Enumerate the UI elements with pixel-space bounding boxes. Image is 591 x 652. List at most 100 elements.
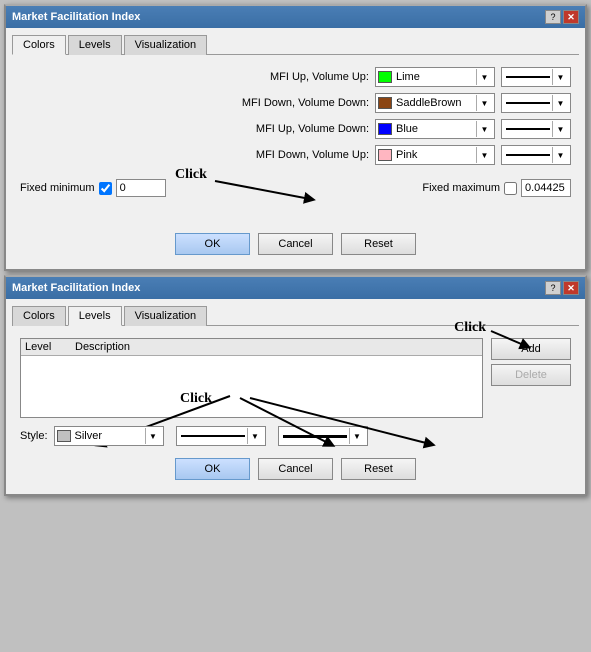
mfi-down-vol-up-color-name: Pink (396, 149, 476, 161)
reset-button-1[interactable]: Reset (341, 233, 416, 255)
mfi-down-vol-up-row: MFI Down, Volume Up: Pink ▼ ▼ (20, 145, 571, 165)
tab-levels-1[interactable]: Levels (68, 35, 122, 55)
dialog2-content: Colors Levels Visualization Level Descri… (6, 299, 585, 494)
style-line-type-arrow: ▼ (247, 428, 263, 444)
mfi-up-vol-up-color-dropdown[interactable]: Lime ▼ (375, 67, 495, 87)
mfi-up-vol-down-arrow: ▼ (476, 121, 492, 137)
fixed-minimum-input[interactable] (116, 179, 166, 197)
mfi-down-vol-up-line-preview (506, 154, 550, 156)
dialog2-buttons: OK Cancel Reset (12, 450, 579, 488)
mfi-down-vol-down-color-dropdown[interactable]: SaddleBrown ▼ (375, 93, 495, 113)
mfi-up-vol-up-arrow: ▼ (476, 69, 492, 85)
mfi-down-vol-up-swatch (378, 149, 392, 161)
dialog1-content: Colors Levels Visualization MFI Up, Volu… (6, 28, 585, 269)
title-bar-1: Market Facilitation Index ? ✕ (6, 6, 585, 28)
mfi-down-vol-down-arrow: ▼ (476, 95, 492, 111)
style-label: Style: (20, 430, 48, 442)
tab-colors-2[interactable]: Colors (12, 306, 66, 326)
col-level-header: Level (25, 341, 75, 353)
click-add-label: Click (454, 320, 486, 336)
style-swatch (57, 430, 71, 442)
close-button-1[interactable]: ✕ (563, 10, 579, 24)
title-bar-buttons-1: ? ✕ (545, 10, 579, 24)
mfi-up-vol-down-color-dropdown[interactable]: Blue ▼ (375, 119, 495, 139)
mfi-up-vol-down-line-dropdown[interactable]: ▼ (501, 119, 571, 139)
fixed-minimum-group: Fixed minimum (20, 179, 166, 197)
help-button-1[interactable]: ? (545, 10, 561, 24)
tab-visualization-1[interactable]: Visualization (124, 35, 208, 55)
fixed-maximum-checkbox[interactable] (504, 182, 517, 195)
mfi-up-vol-down-line-preview (506, 128, 550, 130)
mfi-up-vol-down-row: MFI Up, Volume Down: Blue ▼ ▼ (20, 119, 571, 139)
add-button-area: Click Add (491, 338, 571, 360)
levels-table: Level Description (20, 338, 483, 418)
fixed-maximum-input[interactable] (521, 179, 571, 197)
tab-levels-2[interactable]: Levels (68, 306, 122, 326)
tab-visualization-2[interactable]: Visualization (124, 306, 208, 326)
ok-button-2[interactable]: OK (175, 458, 250, 480)
reset-button-2[interactable]: Reset (341, 458, 416, 480)
mfi-up-vol-up-swatch (378, 71, 392, 83)
style-row: Style: Silver ▼ ▼ ▼ (20, 426, 571, 446)
mfi-up-vol-up-line-dropdown[interactable]: ▼ (501, 67, 571, 87)
tab-colors-1[interactable]: Colors (12, 35, 66, 55)
mfi-up-vol-down-label: MFI Up, Volume Down: (239, 123, 369, 135)
mfi-down-vol-down-line-dropdown[interactable]: ▼ (501, 93, 571, 113)
close-button-2[interactable]: ✕ (563, 281, 579, 295)
style-color-name: Silver (75, 430, 145, 442)
help-button-2[interactable]: ? (545, 281, 561, 295)
levels-area: Level Description Click (12, 334, 579, 450)
mfi-down-vol-up-line-dropdown[interactable]: ▼ (501, 145, 571, 165)
style-color-dropdown[interactable]: Silver ▼ (54, 426, 164, 446)
style-area: Click (20, 426, 571, 446)
mfi-up-vol-down-line-arrow: ▼ (552, 121, 568, 137)
dialog2-title: Market Facilitation Index (12, 282, 140, 294)
cancel-button-2[interactable]: Cancel (258, 458, 333, 480)
style-line-width-preview (283, 435, 347, 438)
mfi-up-vol-up-line-preview (506, 76, 550, 78)
levels-table-header: Level Description (21, 339, 482, 356)
dialog1-buttons: OK Cancel Reset (12, 225, 579, 263)
levels-layout: Level Description Click (20, 338, 571, 418)
style-color-arrow: ▼ (145, 428, 161, 444)
fixed-maximum-group: Fixed maximum (422, 179, 571, 197)
mfi-up-vol-down-swatch (378, 123, 392, 135)
mfi-down-vol-up-label: MFI Down, Volume Up: (239, 149, 369, 161)
mfi-down-vol-down-swatch (378, 97, 392, 109)
title-bar-buttons-2: ? ✕ (545, 281, 579, 295)
dialog1-title: Market Facilitation Index (12, 11, 140, 23)
colors-form: MFI Up, Volume Up: Lime ▼ ▼ MFI Down, Vo… (12, 63, 579, 225)
cancel-button-1[interactable]: Cancel (258, 233, 333, 255)
mfi-down-vol-up-color-dropdown[interactable]: Pink ▼ (375, 145, 495, 165)
fixed-minimum-checkbox[interactable] (99, 182, 112, 195)
mfi-down-vol-down-color-name: SaddleBrown (396, 97, 476, 109)
levels-buttons: Click Add Delete (491, 338, 571, 386)
ok-button-1[interactable]: OK (175, 233, 250, 255)
mfi-up-vol-down-color-name: Blue (396, 123, 476, 135)
style-line-type-dropdown[interactable]: ▼ (176, 426, 266, 446)
add-button[interactable]: Add (491, 338, 571, 360)
mfi-up-vol-up-row: MFI Up, Volume Up: Lime ▼ ▼ (20, 67, 571, 87)
mfi-down-vol-down-line-arrow: ▼ (552, 95, 568, 111)
delete-button[interactable]: Delete (491, 364, 571, 386)
mfi-down-vol-down-line-preview (506, 102, 550, 104)
mfi-up-vol-up-line-arrow: ▼ (552, 69, 568, 85)
dialog2: Market Facilitation Index ? ✕ Colors Lev… (4, 275, 587, 496)
mfi-up-vol-up-color-name: Lime (396, 71, 476, 83)
tabs-2: Colors Levels Visualization (12, 305, 579, 326)
fixed-maximum-label: Fixed maximum (422, 182, 500, 194)
mfi-down-vol-down-row: MFI Down, Volume Down: SaddleBrown ▼ ▼ (20, 93, 571, 113)
style-line-width-arrow: ▼ (349, 428, 365, 444)
mfi-down-vol-down-label: MFI Down, Volume Down: (239, 97, 369, 109)
tabs-1: Colors Levels Visualization (12, 34, 579, 55)
style-line-width-dropdown[interactable]: ▼ (278, 426, 368, 446)
col-desc-header: Description (75, 341, 478, 353)
levels-top: Level Description Click (20, 338, 571, 418)
dialog1: Market Facilitation Index ? ✕ Colors Lev… (4, 4, 587, 271)
title-bar-2: Market Facilitation Index ? ✕ (6, 277, 585, 299)
click-label-1: Click (175, 167, 207, 183)
bottom-controls-area: Fixed minimum Click (20, 171, 571, 221)
mfi-down-vol-up-line-arrow: ▼ (552, 147, 568, 163)
click-mid-label: Click (180, 391, 212, 407)
mfi-up-vol-up-label: MFI Up, Volume Up: (239, 71, 369, 83)
